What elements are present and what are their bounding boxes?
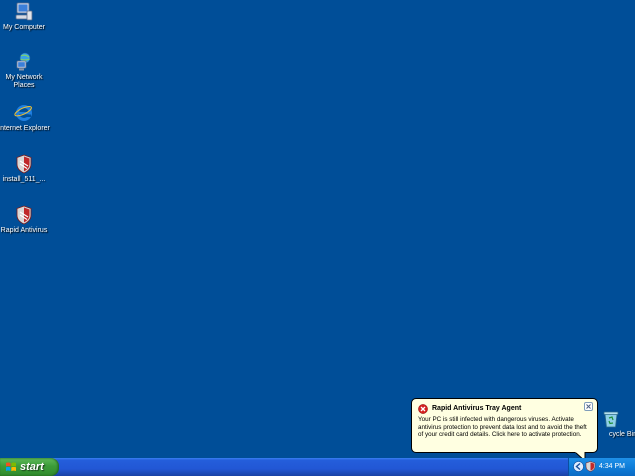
- system-tray: 4:34 PM: [568, 458, 635, 476]
- network-places-icon: [14, 52, 34, 72]
- rapid-antivirus-tray-icon[interactable]: [585, 461, 596, 472]
- balloon-title-row: Rapid Antivirus Tray Agent: [418, 403, 591, 414]
- desktop-icon-internet-explorer[interactable]: Internet Explorer: [0, 103, 52, 133]
- windows-logo-icon: [6, 462, 16, 472]
- desktop: My Computer My Network Places Internet E…: [0, 0, 635, 476]
- desktop-icon-label: Internet Explorer: [0, 125, 50, 132]
- balloon-title: Rapid Antivirus Tray Agent: [432, 405, 522, 412]
- taskbar-clock[interactable]: 4:34 PM: [599, 458, 625, 476]
- desktop-icon-installer[interactable]: install_511_...: [0, 154, 52, 184]
- my-computer-icon: [14, 2, 34, 22]
- desktop-icon-rapid-antivirus[interactable]: Rapid Antivirus: [0, 205, 52, 235]
- desktop-icon-label: Rapid Antivirus: [0, 227, 48, 234]
- close-icon: [586, 404, 591, 409]
- rapid-antivirus-icon: [14, 205, 34, 225]
- balloon-close-button[interactable]: [584, 402, 593, 411]
- internet-explorer-icon: [14, 103, 34, 123]
- error-icon: [418, 403, 428, 414]
- desktop-icon-network-places[interactable]: My Network Places: [0, 52, 52, 90]
- installer-shield-icon: [14, 154, 34, 174]
- desktop-icon-label: My Network Places: [5, 74, 43, 89]
- start-button[interactable]: start: [0, 458, 59, 476]
- desktop-icon-label: install_511_...: [2, 176, 46, 183]
- tray-balloon-notification[interactable]: Rapid Antivirus Tray Agent Your PC is st…: [411, 398, 598, 453]
- desktop-icon-label: My Computer: [2, 24, 45, 31]
- desktop-icon-my-computer[interactable]: My Computer: [0, 2, 52, 32]
- start-label: start: [20, 461, 44, 473]
- recycle-bin-icon: [601, 409, 621, 429]
- taskbar: start 4:34 PM: [0, 458, 635, 476]
- blue-arrow-icon[interactable]: [573, 461, 584, 472]
- balloon-message[interactable]: Your PC is still infected with dangerous…: [418, 416, 591, 439]
